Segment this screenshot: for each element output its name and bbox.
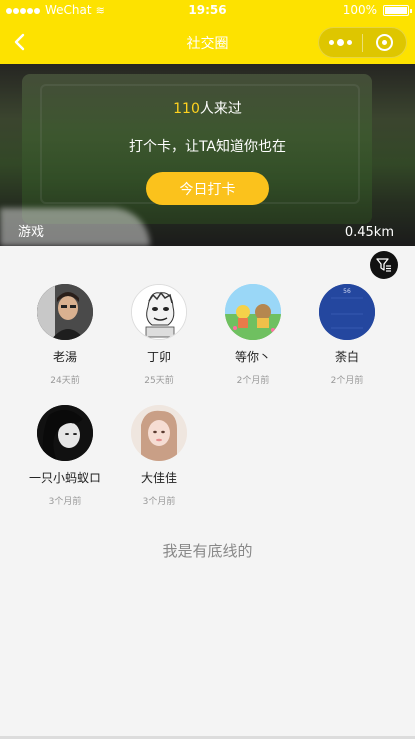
distance-label: 0.45km	[344, 225, 394, 240]
user-card[interactable]: 56 荼白 2个月前	[300, 284, 394, 386]
visitor-count: 110人来过	[0, 98, 415, 118]
visitor-count-number: 110	[173, 101, 200, 117]
battery-label: 100%	[342, 3, 377, 17]
avatar[interactable]	[131, 284, 187, 340]
user-time: 2个月前	[330, 376, 364, 386]
avatar-number: 56	[343, 288, 351, 295]
user-name: 一只小蚂蚁ロ	[28, 471, 101, 485]
avatar[interactable]	[37, 284, 93, 340]
avatar-cartoon-picture	[225, 284, 281, 340]
filter-icon	[376, 258, 391, 272]
user-name: 等你丶	[234, 350, 271, 364]
user-name: 大佳佳	[140, 471, 177, 485]
checkin-button[interactable]: 今日打卡	[146, 172, 269, 205]
visitor-count-suffix: 人来过	[199, 101, 242, 117]
user-time: 24天前	[50, 376, 80, 386]
status-bar: WeChat ≋ 19:56 100%	[0, 0, 415, 20]
user-time: 2个月前	[236, 376, 270, 386]
banner-subtitle: 打个卡，让TA知道你也在	[128, 139, 287, 155]
close-target-icon[interactable]	[363, 28, 406, 57]
user-card[interactable]: 老湯 24天前	[18, 284, 112, 386]
avatar-blue-screen: 56	[319, 284, 375, 340]
avatar[interactable]	[37, 405, 93, 461]
user-time: 3个月前	[48, 497, 82, 507]
avatar[interactable]	[131, 405, 187, 461]
battery-icon	[383, 4, 412, 16]
user-time: 3个月前	[142, 497, 176, 507]
category-tag: 游戏	[18, 225, 45, 240]
avatar-person-photo	[37, 284, 93, 340]
avatar-girl-photo	[131, 405, 187, 461]
user-card[interactable]: 大佳佳 3个月前	[112, 405, 206, 507]
end-of-list-text: 我是有底线的	[162, 542, 253, 560]
avatar-meme-face	[132, 285, 186, 339]
banner: 110人来过 打个卡，让TA知道你也在 今日打卡 游戏 0.45km	[0, 64, 415, 246]
avatar[interactable]	[225, 284, 281, 340]
user-card[interactable]: 丁卯 25天前	[112, 284, 206, 386]
user-time: 25天前	[144, 376, 174, 386]
user-card[interactable]: 等你丶 2个月前	[206, 284, 300, 386]
user-name: 荼白	[334, 350, 359, 364]
filter-button[interactable]	[370, 251, 398, 279]
mini-program-capsule	[318, 27, 407, 58]
user-name: 老湯	[52, 350, 77, 364]
avatar-bw-portrait	[37, 405, 93, 461]
more-dots-icon[interactable]	[319, 28, 362, 57]
status-right: 100%	[342, 3, 412, 17]
avatar[interactable]: 56	[319, 284, 375, 340]
user-name: 丁卯	[146, 350, 171, 364]
nav-bar: 社交圈	[0, 20, 415, 64]
user-card[interactable]: 一只小蚂蚁ロ 3个月前	[18, 405, 112, 507]
